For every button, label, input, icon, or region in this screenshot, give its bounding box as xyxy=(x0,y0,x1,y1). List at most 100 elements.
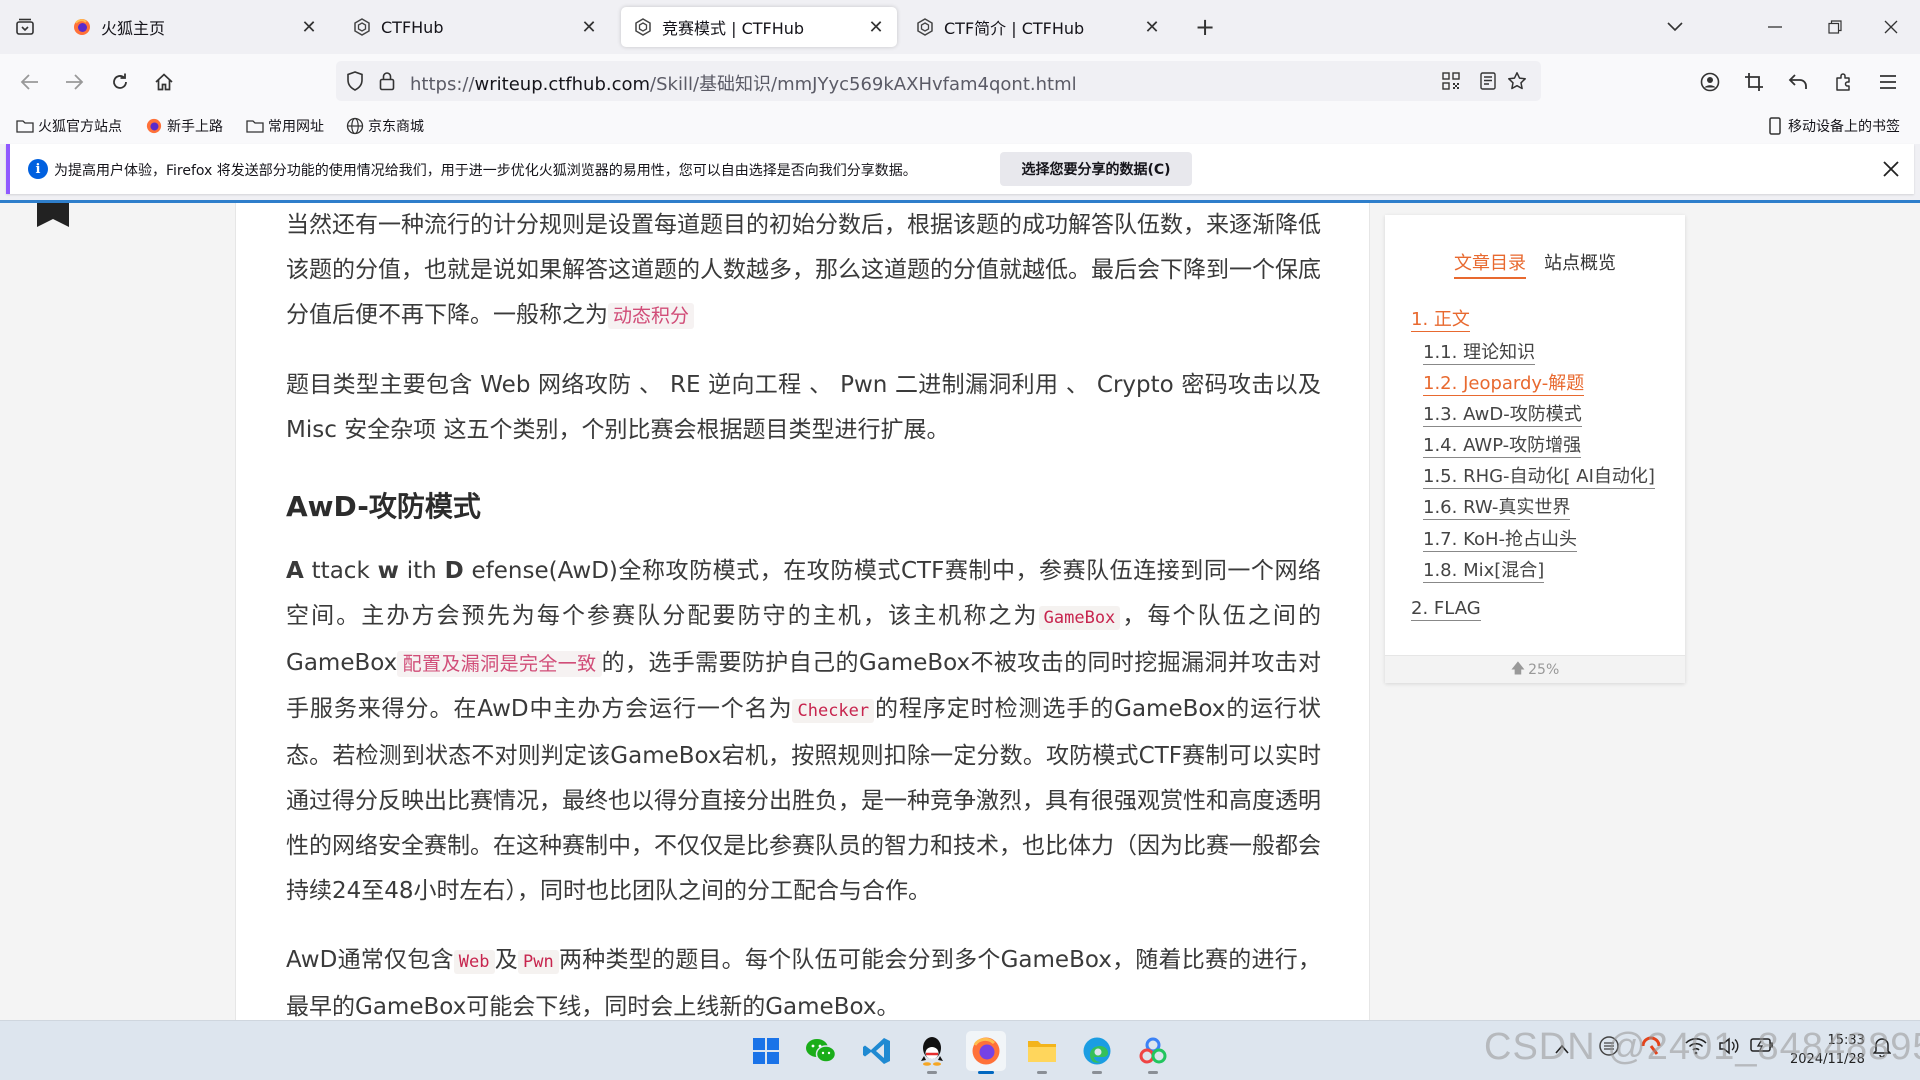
reading-progress: 25% xyxy=(1528,661,1560,678)
edge-icon[interactable] xyxy=(1077,1031,1117,1074)
app-icon[interactable] xyxy=(1133,1031,1173,1074)
table-of-contents: 文章目录 站点概览 1. 正文 1.1. 理论知识 1.2. Jeopardy-… xyxy=(1385,215,1685,683)
back-icon[interactable] xyxy=(14,66,46,98)
tab-title: 竞赛模式 | CTFHub xyxy=(662,19,805,38)
mobile-bookmarks-label: 移动设备上的书签 xyxy=(1788,119,1900,135)
folder-icon xyxy=(16,117,34,135)
toc-item-main-text[interactable]: 1. 正文 xyxy=(1411,309,1470,332)
section-heading-awd: AwD-攻防模式 xyxy=(286,490,481,523)
info-icon: i xyxy=(28,159,48,179)
bookmark-label: 火狐官方站点 xyxy=(38,119,122,135)
bookmarks-toolbar: 火狐官方站点 新手上路 常用网址 京东商城 移动设备上的书签 xyxy=(0,108,1920,144)
mobile-bookmarks[interactable]: 移动设备上的书签 xyxy=(1766,115,1900,137)
firefox-icon xyxy=(145,117,163,135)
restore-icon[interactable] xyxy=(1812,12,1858,42)
toc-item-theory[interactable]: 1.1. 理论知识 xyxy=(1423,342,1536,365)
vscode-icon[interactable] xyxy=(857,1031,897,1071)
close-icon[interactable]: ✕ xyxy=(578,16,600,38)
paragraph-awd-types: AwD通常仅包含 Web 及 Pwn 两种类型的题目。每个队伍可能会分到多个GameBo… xyxy=(286,947,1322,1020)
paragraph-dynamic-score: 当然还有一种流行的计分规则是设置每道题目的初始分数后，根据该题的成功解答队伍数，… xyxy=(286,212,1321,329)
tab-ctf-intro[interactable]: CTF简介 | CTFHub ✕ xyxy=(903,7,1173,47)
web-page: 当然还有一种流行的计分规则是设置每道题目的初始分数后，根据该题的成功解答队伍数，… xyxy=(0,203,1920,1020)
back-to-top-progress[interactable]: 🡅 25% xyxy=(1385,655,1685,683)
minimize-icon[interactable] xyxy=(1752,12,1798,42)
tab-competition-mode[interactable]: 竞赛模式 | CTFHub ✕ xyxy=(621,7,897,47)
account-icon[interactable] xyxy=(1694,66,1726,98)
toc-item-rw[interactable]: 1.6. RW-真实世界 xyxy=(1423,497,1571,520)
menu-hamburger-icon[interactable] xyxy=(1872,66,1904,98)
toc-item-awd[interactable]: 1.3. AwD-攻防模式 xyxy=(1423,404,1582,427)
bookmark-label: 常用网址 xyxy=(268,119,324,135)
qq-icon[interactable] xyxy=(912,1031,952,1074)
choose-data-button[interactable]: 选择您要分享的数据(C) xyxy=(1000,152,1192,186)
tab-list-icon[interactable] xyxy=(10,13,40,41)
forward-icon[interactable] xyxy=(58,66,90,98)
ctfhub-icon xyxy=(633,17,653,37)
close-icon[interactable]: ✕ xyxy=(865,16,887,38)
toc-item-rhg[interactable]: 1.5. RHG-自动化[ AI自动化] xyxy=(1423,466,1655,489)
close-icon[interactable]: ✕ xyxy=(298,16,320,38)
tab-title: 火狐主页 xyxy=(101,19,166,38)
mobile-device-icon xyxy=(1766,117,1784,135)
inline-code-gamebox: GameBox xyxy=(1038,606,1121,630)
tab-article-toc[interactable]: 文章目录 xyxy=(1454,249,1526,279)
highlight-dynamic-score: 动态积分 xyxy=(608,303,695,329)
bookmark-ribbon-icon[interactable] xyxy=(37,203,69,227)
paragraph-challenge-types: 题目类型主要包含 Web 网络攻防 、 RE 逆向工程 、 Pwn 二进制漏洞利… xyxy=(286,372,1321,443)
toc-item-mix[interactable]: 1.8. Mix[混合] xyxy=(1423,560,1545,583)
tab-strip: 火狐主页 ✕ CTFHub ✕ 竞赛模式 | CTFHub ✕ CTF简介 | … xyxy=(0,0,1920,54)
toc-item-koh[interactable]: 1.7. KoH-抢占山头 xyxy=(1423,529,1578,552)
close-icon[interactable] xyxy=(1878,156,1904,182)
tracking-protection-shield-icon[interactable] xyxy=(344,70,366,92)
bookmark-star-icon[interactable] xyxy=(1506,70,1528,92)
toc-item-jeopardy[interactable]: 1.2. Jeopardy-解题 xyxy=(1423,373,1585,396)
toc-item-flag[interactable]: 2. FLAG xyxy=(1411,598,1481,621)
data-sharing-notification: i 为提高用户体验，Firefox 将发送部分功能的使用情况给我们，用于进一步优… xyxy=(6,144,1914,194)
extensions-puzzle-icon[interactable] xyxy=(1828,66,1860,98)
home-icon[interactable] xyxy=(148,66,180,98)
screenshot-crop-icon[interactable] xyxy=(1738,66,1770,98)
close-icon[interactable]: ✕ xyxy=(1141,16,1163,38)
undo-arrow-icon[interactable] xyxy=(1782,66,1814,98)
reload-icon[interactable] xyxy=(104,66,136,98)
folder-icon xyxy=(246,117,264,135)
inline-code-checker: Checker xyxy=(792,699,875,723)
notification-text: 为提高用户体验，Firefox 将发送部分功能的使用情况给我们，用于进一步优化火… xyxy=(54,163,917,179)
tab-title: CTFHub xyxy=(381,17,444,37)
file-explorer-icon[interactable] xyxy=(1022,1031,1062,1074)
article-content: 当然还有一种流行的计分规则是设置每道题目的初始分数后，根据该题的成功解答队伍数，… xyxy=(235,203,1370,1020)
bookmark-jd-mall[interactable]: 京东商城 xyxy=(346,115,424,137)
toc-tabs: 文章目录 站点概览 xyxy=(1385,249,1685,279)
wechat-icon[interactable] xyxy=(801,1031,841,1071)
ctfhub-icon xyxy=(352,17,372,37)
url-text[interactable]: https://writeup.ctfhub.com/Skill/基础知识/mm… xyxy=(410,70,1077,96)
ctfhub-icon xyxy=(915,17,935,37)
lock-icon[interactable] xyxy=(376,70,398,92)
paragraph-awd-description: A ttack w ith D efense(AwD)全称攻防模式，在攻防模式C… xyxy=(286,558,1322,904)
url-bar[interactable]: https://writeup.ctfhub.com/Skill/基础知识/mm… xyxy=(336,61,1541,101)
firefox-icon[interactable] xyxy=(966,1031,1006,1074)
qr-code-icon[interactable] xyxy=(1440,70,1462,92)
navigation-bar: https://writeup.ctfhub.com/Skill/基础知识/mm… xyxy=(0,54,1920,108)
toc-item-awp[interactable]: 1.4. AWP-攻防增强 xyxy=(1423,435,1582,458)
highlight-same-config: 配置及漏洞是完全一致 xyxy=(397,651,602,677)
tab-firefox-home[interactable]: 火狐主页 ✕ xyxy=(60,7,330,47)
bookmark-label: 京东商城 xyxy=(368,119,424,135)
bookmark-common-sites[interactable]: 常用网址 xyxy=(246,115,324,137)
tab-ctfhub[interactable]: CTFHub ✕ xyxy=(340,7,610,47)
bookmark-getting-started[interactable]: 新手上路 xyxy=(145,115,223,137)
tab-site-overview[interactable]: 站点概览 xyxy=(1544,249,1616,279)
windows-start-icon[interactable] xyxy=(746,1031,786,1071)
reader-view-icon[interactable] xyxy=(1477,70,1499,92)
window-close-icon[interactable] xyxy=(1868,12,1914,42)
csdn-watermark: CSDN @2401_84848895 xyxy=(1484,1026,1920,1068)
inline-code-pwn: Pwn xyxy=(518,950,559,974)
globe-icon xyxy=(346,117,364,135)
tab-title: CTF简介 | CTFHub xyxy=(944,19,1085,38)
firefox-icon xyxy=(72,17,92,37)
arrow-up-icon: 🡅 xyxy=(1510,660,1526,677)
bookmark-firefox-official[interactable]: 火狐官方站点 xyxy=(16,115,122,137)
new-tab-icon[interactable]: + xyxy=(1190,12,1220,42)
list-all-tabs-icon[interactable] xyxy=(1652,12,1698,42)
bookmark-label: 新手上路 xyxy=(167,119,223,135)
